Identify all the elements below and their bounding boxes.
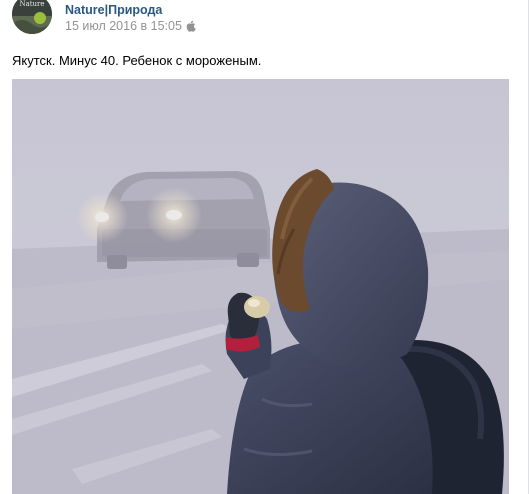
post-date-text: 15 июл 2016 в 15:05 — [65, 19, 182, 33]
post-date[interactable]: 15 июл 2016 в 15:05 — [65, 19, 196, 33]
avatar-image: Nature — [12, 0, 52, 34]
author-name-link[interactable]: Nature|Природа — [65, 3, 162, 17]
post-text: Якутск. Минус 40. Ребенок с мороженым. — [12, 53, 262, 68]
post-photo[interactable] — [12, 79, 509, 494]
wall-post: Nature Nature|Природа 15 июл 2016 в 15:0… — [0, 0, 529, 494]
avatar-logo-text: Nature — [19, 0, 44, 8]
apple-icon — [186, 20, 196, 32]
post-header: Nature Nature|Природа 15 июл 2016 в 15:0… — [0, 0, 510, 40]
photo-scene — [12, 79, 509, 494]
author-avatar[interactable]: Nature — [12, 0, 52, 34]
